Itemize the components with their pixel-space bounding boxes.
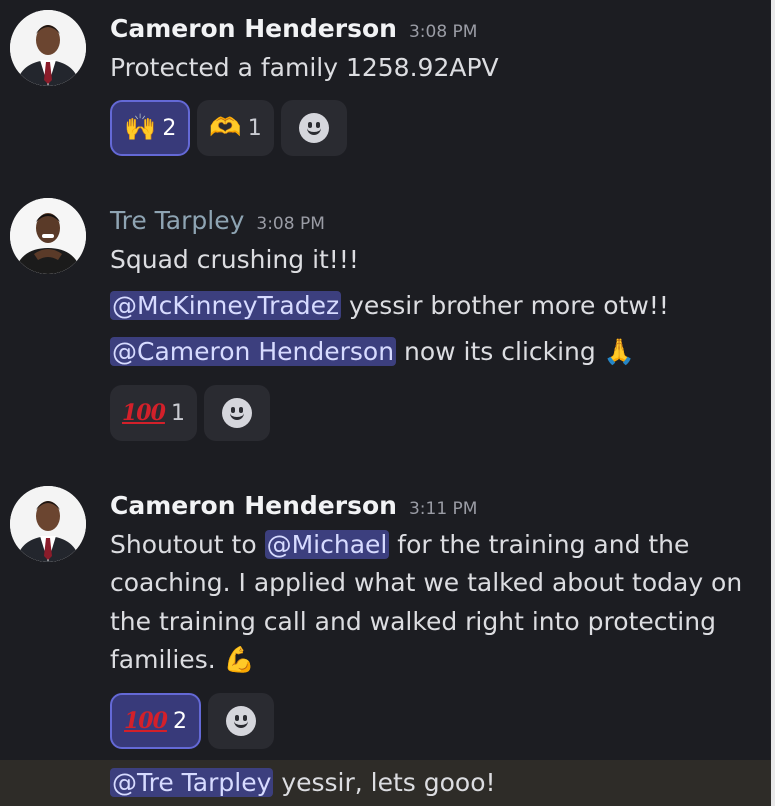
user-mention[interactable]: @Michael xyxy=(264,530,390,559)
message-text: now its clicking xyxy=(396,337,596,366)
add-reaction-smiley-icon xyxy=(225,706,256,736)
reply-text-line: @Tre Tarpley yessir, lets gooo! xyxy=(110,764,496,802)
reaction-hundred[interactable]: 100 1 xyxy=(110,385,197,441)
avatar-tre-tarpley[interactable] xyxy=(10,198,86,274)
message-header: Cameron Henderson 3:08 PM xyxy=(110,14,477,44)
author-name[interactable]: Cameron Henderson xyxy=(110,491,397,520)
reaction-count: 1 xyxy=(170,400,185,426)
highlighted-reply[interactable]: @Tre Tarpley yessir, lets gooo! xyxy=(0,760,771,806)
add-reaction-button[interactable] xyxy=(207,693,274,749)
folded-hands-icon: 🙏 xyxy=(603,337,635,366)
add-reaction-smiley-icon xyxy=(298,113,329,143)
add-reaction-smiley-icon xyxy=(221,398,252,428)
reaction-bar: 100 1 xyxy=(110,385,270,443)
message-text: Protected a family 1258.92APV xyxy=(110,53,499,82)
message-text: yessir brother more otw!! xyxy=(341,291,669,320)
author-name[interactable]: Cameron Henderson xyxy=(110,14,397,43)
message-text: Squad crushing it!!! xyxy=(110,245,359,274)
hundred-points-icon: 100 xyxy=(122,400,166,426)
reaction-raised-hands[interactable]: 🙌 2 xyxy=(110,100,191,156)
message-text: Shoutout to xyxy=(110,530,265,559)
message-header: Cameron Henderson 3:11 PM xyxy=(110,491,477,521)
message-text-mention-line: @McKinneyTradez yessir brother more otw!… xyxy=(110,287,669,325)
message-text: for the training and the xyxy=(389,530,690,559)
message-text: families. xyxy=(110,645,216,674)
message-header: Tre Tarpley 3:08 PM xyxy=(110,206,325,236)
message-text-mention-line: Shoutout to @Michael for the training an… xyxy=(110,526,689,564)
reaction-hundred[interactable]: 100 2 xyxy=(110,693,201,749)
reaction-count: 1 xyxy=(247,115,262,141)
message-text: the training call and walked right into … xyxy=(110,607,716,636)
chat-panel: Cameron Henderson 3:08 PM Protected a fam… xyxy=(0,0,775,806)
reaction-bar: 100 2 xyxy=(110,693,274,751)
user-mention[interactable]: @McKinneyTradez xyxy=(110,291,342,320)
message-text: coaching. I applied what we talked about… xyxy=(110,568,743,597)
message-text-mention-line: @Cameron Henderson now its clicking 🙏 xyxy=(110,333,635,371)
reaction-count: 2 xyxy=(172,708,187,734)
flexed-biceps-icon: 💪 xyxy=(223,645,255,674)
timestamp: 3:08 PM xyxy=(408,22,478,42)
reaction-heart-hands[interactable]: 🫶 1 xyxy=(197,100,274,156)
reaction-count: 2 xyxy=(162,115,177,141)
user-mention[interactable]: @Tre Tarpley xyxy=(110,768,274,797)
add-reaction-button[interactable] xyxy=(280,100,347,156)
reaction-bar: 🙌 2 🫶 1 xyxy=(110,100,347,158)
timestamp: 3:11 PM xyxy=(408,499,478,519)
raised-hands-icon: 🙌 xyxy=(124,113,157,143)
avatar-cameron-henderson[interactable] xyxy=(10,486,86,562)
timestamp: 3:08 PM xyxy=(256,214,325,234)
message-text: yessir, lets gooo! xyxy=(273,768,496,797)
hundred-points-icon: 100 xyxy=(124,708,168,734)
add-reaction-button[interactable] xyxy=(203,385,270,441)
author-name[interactable]: Tre Tarpley xyxy=(110,206,244,235)
message-text-line: families. 💪 xyxy=(110,641,255,679)
avatar-cameron-henderson[interactable] xyxy=(10,10,86,86)
heart-hands-icon: 🫶 xyxy=(209,113,242,143)
user-mention[interactable]: @Cameron Henderson xyxy=(110,337,397,366)
